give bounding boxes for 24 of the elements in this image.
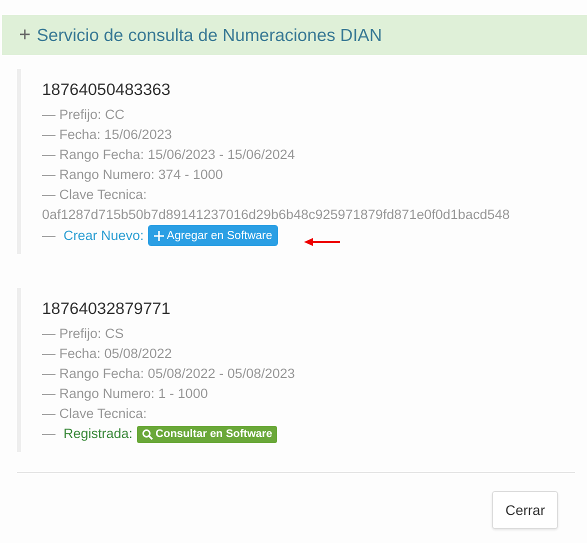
record-number: 18764032879771 — [42, 300, 172, 319]
record-detail: — Prefijo: CS — [42, 325, 125, 343]
add-button[interactable]: Agregar en Software — [148, 225, 278, 246]
plus-icon — [154, 230, 164, 240]
close-button[interactable]: Cerrar — [492, 491, 558, 529]
record-detail: — Clave Tecnica: 0af1287d715b50b7d89141237016d29b6b48c925971879fd871e0f0d1bacd548 — [42, 186, 511, 224]
record-number: 18764050483363 — [42, 81, 172, 100]
record-detail: — Rango Fecha: 05/08/2022 - 05/08/2023 — [42, 365, 296, 383]
plus-icon: + — [19, 24, 31, 46]
record-detail: — Rango Numero: 1 - 1000 — [42, 385, 209, 403]
status-label: Crear Nuevo: — [64, 226, 144, 244]
dash-mark: — — [42, 425, 56, 443]
panel-header[interactable]: + Servicio de consulta de Numeraciones DIAN — [2, 15, 587, 55]
record-detail: — Rango Fecha: 15/06/2023 - 15/06/2024 — [42, 146, 296, 164]
record-detail: — Prefijo: CC — [42, 106, 126, 124]
record-detail: — Rango Numero: 374 - 1000 — [42, 166, 224, 184]
search-icon — [142, 428, 153, 440]
panel-title: Servicio de consulta de Numeraciones DIAN — [36, 24, 382, 46]
status-label: Registrada: — [64, 425, 133, 443]
dash-mark: — — [42, 226, 56, 244]
record-detail: — Fecha: 15/06/2023 — [42, 126, 173, 144]
consult-button[interactable]: Consultar en Software — [136, 426, 278, 442]
record-detail: — Fecha: 05/08/2022 — [42, 345, 173, 363]
record-detail: — Clave Tecnica: — [42, 405, 148, 423]
